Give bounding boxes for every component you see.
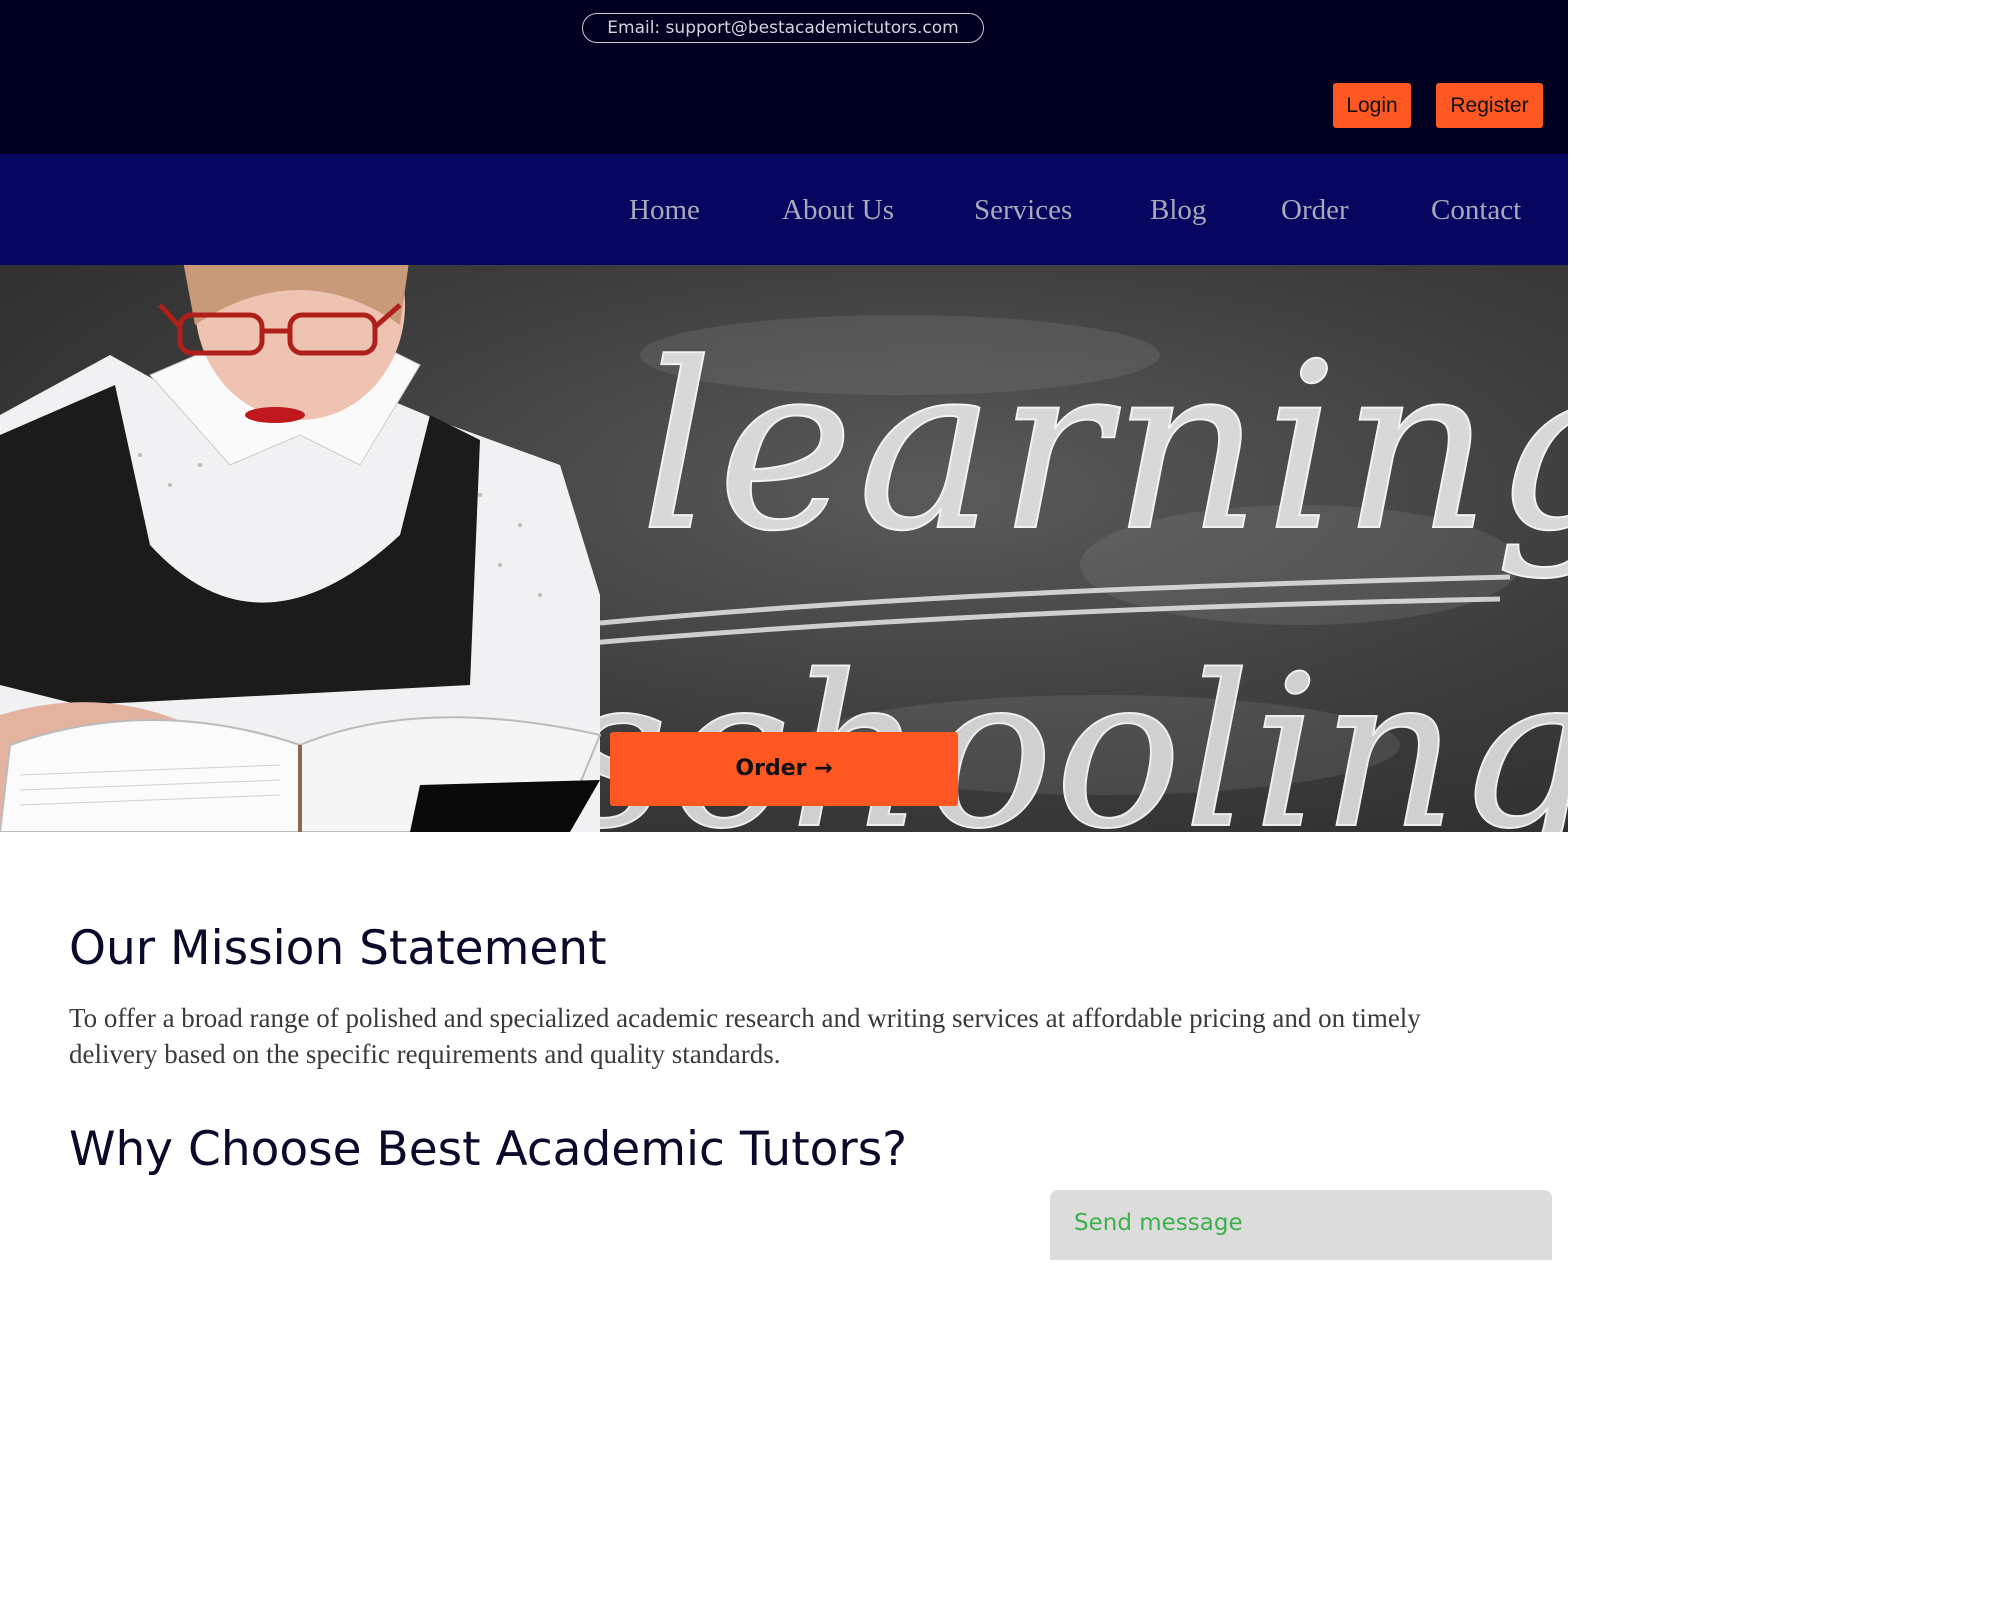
why-choose-heading: Why Choose Best Academic Tutors? [69, 1122, 908, 1177]
register-button[interactable]: Register [1436, 83, 1543, 128]
nav-services[interactable]: Services [974, 192, 1072, 228]
chat-widget[interactable]: Send message [1050, 1190, 1552, 1260]
nav-blog[interactable]: Blog [1150, 192, 1206, 228]
login-button[interactable]: Login [1333, 83, 1411, 128]
nav-order[interactable]: Order [1281, 192, 1349, 228]
nav-about-us[interactable]: About Us [782, 192, 894, 228]
hero-order-button[interactable]: Order → [610, 732, 958, 806]
hero-banner: learning schooling Order → [0, 265, 1568, 832]
top-bar: Email: support@bestacademictutors.com Lo… [0, 0, 1568, 154]
main-nav: Home About Us Services Blog Order Contac… [0, 154, 1568, 265]
support-email[interactable]: Email: support@bestacademictutors.com [582, 13, 984, 43]
send-message-label: Send message [1074, 1210, 1243, 1236]
nav-home[interactable]: Home [629, 192, 700, 228]
mission-heading: Our Mission Statement [69, 921, 607, 976]
nav-contact[interactable]: Contact [1431, 192, 1521, 228]
woman-reading-illustration [0, 265, 602, 832]
chalk-word-learning: learning [640, 315, 1568, 582]
mission-text: To offer a broad range of polished and s… [69, 1003, 1421, 1069]
